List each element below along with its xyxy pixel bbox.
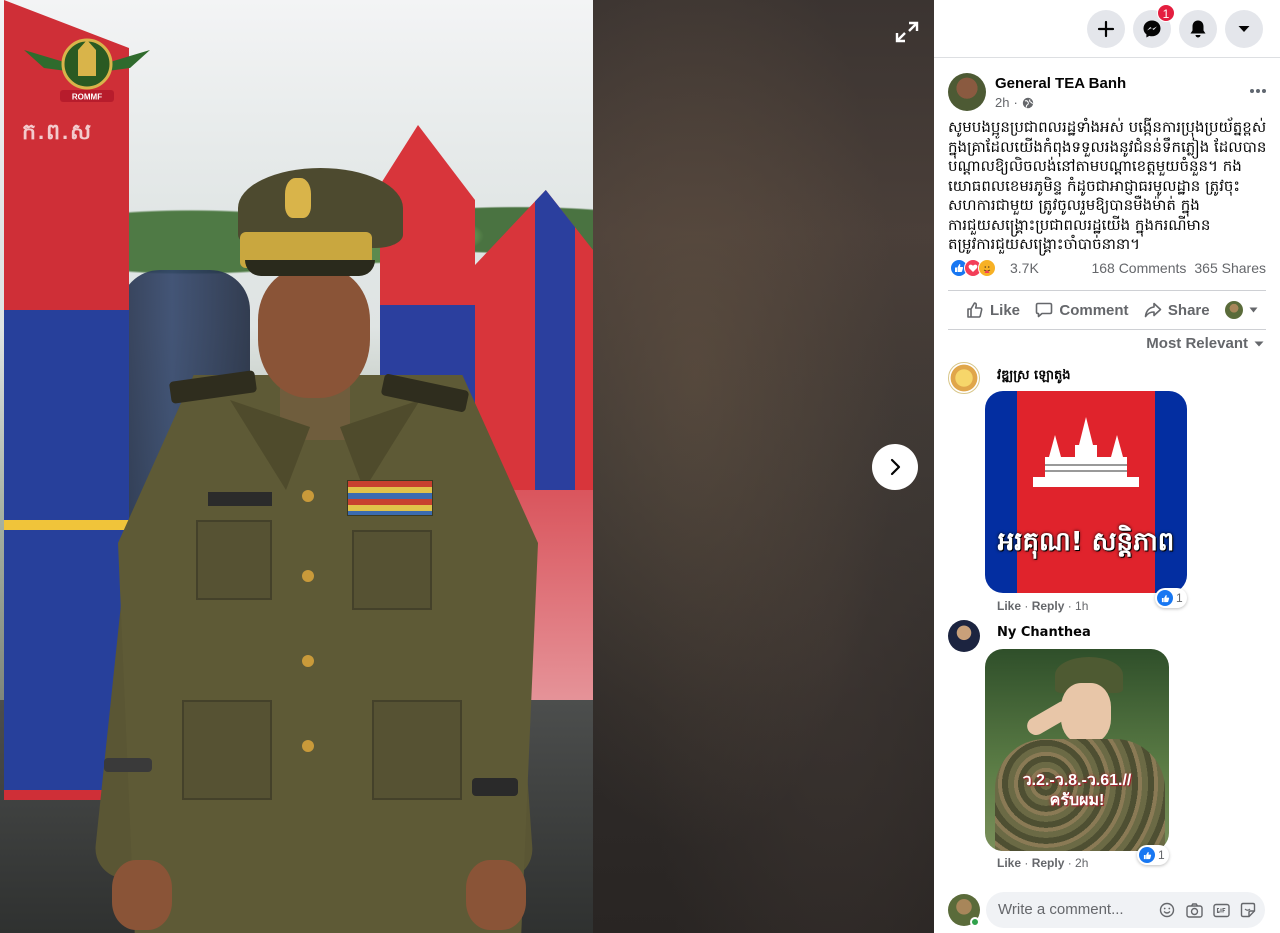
- post-action-bar: Like Comment Share: [948, 290, 1266, 330]
- post-author-name[interactable]: General TEA Banh: [995, 75, 1126, 92]
- sticker-button[interactable]: [1239, 901, 1257, 919]
- write-comment-bar: Write a comment...: [934, 880, 1280, 933]
- comment-item: Ny Chanthea ว.2.-ว.8.-ว.61.// ครับผม! Li…: [948, 620, 1268, 872]
- reaction-count[interactable]: 3.7K: [1010, 260, 1039, 276]
- general-in-uniform: [92, 160, 540, 933]
- post-header: General TEA Banh 2h ·: [948, 73, 1268, 113]
- comment-bubble-icon: [1036, 302, 1053, 318]
- page-avatar-icon: [1224, 301, 1243, 319]
- post-timestamp[interactable]: 2h: [995, 95, 1009, 110]
- expand-icon: [895, 21, 919, 43]
- photo-button[interactable]: [1185, 901, 1203, 919]
- post-body-text: សូមបងប្អូនប្រជាពលរដ្ឋទាំងអស់ បង្កើនការប្…: [948, 118, 1267, 253]
- online-status-dot: [970, 917, 980, 927]
- fullscreen-expand-button[interactable]: [893, 19, 921, 45]
- camera-icon: [1185, 902, 1203, 918]
- gif-button[interactable]: [1212, 901, 1230, 919]
- create-button[interactable]: [1087, 10, 1125, 48]
- comment-sort-dropdown[interactable]: Most Relevant: [1146, 335, 1264, 352]
- post-photo[interactable]: ROMMF ក.ព.ស: [0, 0, 593, 933]
- comment-reaction-badge[interactable]: 1: [1137, 845, 1169, 865]
- comment-actions: Like · Reply · 1h: [997, 599, 1089, 613]
- photo-watermark: ក.ព.ស: [22, 119, 94, 144]
- angkor-wat-icon: [1033, 417, 1139, 487]
- thumbs-up-icon: [967, 302, 983, 318]
- share-as-selector[interactable]: [1224, 301, 1258, 319]
- gif-icon: [1212, 903, 1230, 917]
- post-meta: 2h ·: [995, 95, 1034, 110]
- comment-reply-link[interactable]: Reply: [1032, 599, 1065, 613]
- comment-reply-link[interactable]: Reply: [1032, 856, 1065, 870]
- like-button[interactable]: Like: [966, 301, 1020, 319]
- soldier-saluting-picture: [985, 649, 1169, 851]
- comment-like-link[interactable]: Like: [997, 856, 1021, 870]
- like-reaction-icon: [1139, 847, 1155, 863]
- account-menu-button[interactable]: [1225, 10, 1263, 48]
- commenter-avatar[interactable]: [948, 620, 980, 652]
- globe-icon: [1022, 97, 1034, 108]
- comment-like-link[interactable]: Like: [997, 599, 1021, 613]
- shares-count-link[interactable]: 365 Shares: [1194, 260, 1266, 276]
- share-button[interactable]: Share: [1144, 301, 1210, 319]
- notifications-button[interactable]: [1179, 10, 1217, 48]
- military-emblem-logo: ROMMF: [24, 38, 150, 102]
- bell-icon: [1190, 20, 1206, 38]
- comment-image[interactable]: ว.2.-ว.8.-ว.61.// ครับผม!: [985, 649, 1169, 851]
- comment-actions: Like · Reply · 2h: [997, 856, 1089, 870]
- care-reaction-icon: [978, 259, 996, 277]
- commenter-name[interactable]: Ny Chanthea: [997, 625, 1091, 640]
- like-reaction-icon: [1157, 590, 1173, 606]
- comment-time[interactable]: 1h: [1075, 599, 1088, 613]
- comments-count-link[interactable]: 168 Comments: [1091, 260, 1186, 276]
- comment-image-caption: អរគុណ! សន្តិភាព: [997, 527, 1175, 557]
- facebook-photo-theater: ROMMF ក.ព.ស 1 General TEA Banh 2h · សូមប…: [0, 0, 1280, 933]
- reactions-summary: 3.7K 168 Comments 365 Shares: [948, 258, 1266, 280]
- comment-input[interactable]: Write a comment...: [986, 892, 1265, 928]
- plus-icon: [1097, 20, 1115, 38]
- comment-reaction-badge[interactable]: 1: [1155, 588, 1187, 608]
- top-navigation-bar: 1: [934, 0, 1280, 58]
- sticker-icon: [1240, 902, 1256, 918]
- caret-down-icon: [1249, 307, 1258, 313]
- comment-image[interactable]: អរគុណ! សន្តិភាព: [985, 391, 1187, 593]
- photo-viewer: ROMMF ក.ព.ស: [0, 0, 934, 933]
- post-sidebar: 1 General TEA Banh 2h · សូមបងប្អូនប្រជាព…: [934, 0, 1280, 933]
- comment-input-placeholder: Write a comment...: [998, 901, 1124, 918]
- comment-item: វឌ្ឍស្រ ឡោតូង អរគុណ! សន្តិភាព Like · Rep…: [948, 362, 1268, 614]
- post-options-button[interactable]: [1244, 79, 1272, 103]
- svg-text:ROMMF: ROMMF: [72, 93, 102, 102]
- more-horizontal-icon: [1250, 89, 1266, 93]
- share-arrow-icon: [1144, 302, 1162, 318]
- caret-down-icon: [1238, 26, 1250, 32]
- comment-button[interactable]: Comment: [1035, 301, 1129, 319]
- notification-badge: 1: [1157, 4, 1175, 22]
- comment-image-caption: ว.2.-ว.8.-ว.61.// ครับผม!: [1022, 772, 1132, 809]
- chevron-right-icon: [890, 458, 901, 476]
- commenter-avatar[interactable]: [948, 362, 980, 394]
- comment-time[interactable]: 2h: [1075, 856, 1088, 870]
- author-avatar[interactable]: [948, 73, 986, 111]
- emoji-icon: [1159, 902, 1175, 918]
- caret-down-icon: [1254, 341, 1264, 346]
- commenter-name[interactable]: វឌ្ឍស្រ ឡោតូង: [997, 367, 1071, 386]
- emoji-button[interactable]: [1158, 901, 1176, 919]
- messenger-button[interactable]: 1: [1133, 4, 1175, 48]
- medal-ribbons: [347, 480, 433, 516]
- reaction-icons[interactable]: [950, 259, 996, 277]
- next-photo-button[interactable]: [872, 444, 918, 490]
- messenger-icon: [1143, 20, 1161, 38]
